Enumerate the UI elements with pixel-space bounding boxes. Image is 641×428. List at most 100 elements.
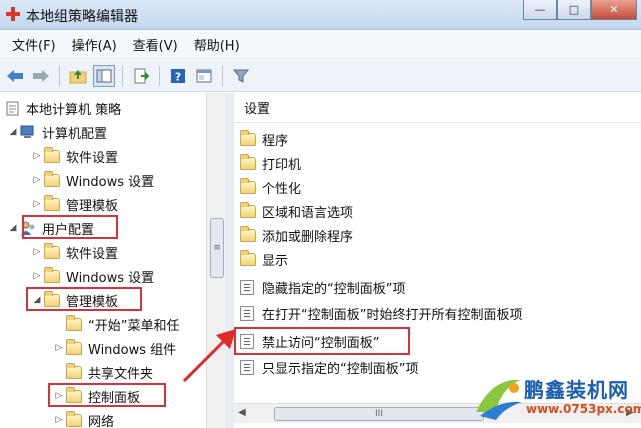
list-item-policy[interactable]: 只显示指定的“控制面板”项: [240, 355, 418, 379]
expand-arrow-icon[interactable]: ▷: [30, 199, 44, 209]
up-folder-icon[interactable]: [67, 65, 89, 87]
menu-view[interactable]: 查看(V): [125, 35, 186, 54]
folder-icon: [66, 338, 82, 355]
folder-icon: [44, 146, 60, 163]
watermark-url: www.0753px.com: [526, 402, 641, 416]
tree-item-start-menu[interactable]: “开始”菜单和任: [66, 313, 179, 335]
folder-icon: [66, 410, 82, 427]
folder-icon: [240, 201, 256, 218]
expand-arrow-icon[interactable]: ▷: [30, 247, 44, 257]
item-label: 只显示指定的“控制面板”项: [262, 361, 419, 377]
filter-icon[interactable]: [230, 65, 252, 87]
tree-item-computer-admin[interactable]: ▷ 管理模板: [30, 193, 118, 215]
menu-action[interactable]: 操作(A): [64, 35, 125, 54]
close-button[interactable]: ✕: [591, 0, 637, 20]
list-item-folder[interactable]: 区域和语言选项: [240, 199, 353, 223]
folder-icon: [240, 129, 256, 146]
svg-text:?: ?: [175, 70, 181, 83]
help-icon[interactable]: ?: [167, 65, 189, 87]
tree-label: 计算机配置: [42, 126, 108, 142]
item-label: 个性化: [262, 181, 302, 197]
tree-item-user-windows[interactable]: ▷ Windows 设置: [30, 265, 154, 287]
tree-label: Windows 设置: [66, 174, 155, 190]
list-item-folder[interactable]: 添加或删除程序: [240, 223, 353, 247]
menu-help[interactable]: 帮助(H): [186, 35, 248, 54]
highlight-box-control-panel: [48, 383, 166, 407]
settings-pane: 设置 程序 打印机 个性化 区域和语言选项 添加或删除程序 显示 隐藏指定的“控…: [234, 93, 641, 403]
watermark-logo-icon: [476, 379, 522, 420]
annotation-arrow-icon: [182, 329, 236, 383]
policy-setting-icon: [240, 279, 254, 295]
item-label: 程序: [262, 133, 289, 149]
folder-icon: [44, 242, 60, 259]
tree-item-computer-windows[interactable]: ▷ Windows 设置: [30, 169, 154, 191]
policy-setting-icon: [240, 359, 254, 375]
toolbar: ?: [0, 60, 641, 92]
list-item-folder[interactable]: 打印机: [240, 151, 301, 175]
item-label: 显示: [262, 253, 289, 269]
tree-item-shared-folders[interactable]: 共享文件夹: [66, 361, 153, 383]
watermark-title: 鹏鑫装机网: [524, 378, 629, 402]
scroll-thumb[interactable]: III: [274, 407, 484, 421]
folder-icon: [66, 314, 82, 331]
list-item-folder[interactable]: 个性化: [240, 175, 301, 199]
toolbar-separator: [59, 65, 60, 86]
highlight-box-prohibit-control-panel: [234, 327, 410, 355]
minimize-button[interactable]: —: [523, 0, 557, 20]
forward-icon[interactable]: [30, 65, 52, 87]
toolbar-separator: [222, 65, 223, 86]
list-item-policy[interactable]: 隐藏指定的“控制面板”项: [240, 275, 405, 299]
tree-item-root[interactable]: 本地计算机 策略: [4, 97, 121, 119]
tree-item-user-software[interactable]: ▷ 软件设置: [30, 241, 118, 263]
expand-arrow-icon[interactable]: ▷: [52, 343, 66, 353]
folder-icon: [44, 194, 60, 211]
export-list-icon[interactable]: [130, 65, 152, 87]
properties-icon[interactable]: [193, 65, 215, 87]
folder-icon: [44, 170, 60, 187]
collapse-arrow-icon[interactable]: ◢: [6, 127, 20, 137]
window-title: 本地组策略编辑器: [26, 9, 138, 25]
folder-icon: [240, 177, 256, 194]
expand-arrow-icon[interactable]: ▷: [30, 271, 44, 281]
list-item-folder[interactable]: 程序: [240, 127, 288, 151]
tree-item-computer-software[interactable]: ▷ 软件设置: [30, 145, 118, 167]
item-label: 隐藏指定的“控制面板”项: [262, 281, 406, 297]
tree-item-computer-config[interactable]: ◢ 计算机配置: [6, 121, 107, 143]
settings-column-header[interactable]: 设置: [234, 93, 641, 123]
tree-label: 共享文件夹: [88, 366, 154, 382]
computer-icon: [20, 124, 36, 140]
tree-item-windows-components[interactable]: ▷ Windows 组件: [52, 337, 176, 359]
tree-label: 软件设置: [66, 246, 119, 262]
policy-editor-icon: [6, 7, 20, 21]
expand-arrow-icon[interactable]: ▷: [52, 415, 66, 425]
tree-label: Windows 组件: [88, 342, 177, 358]
maximize-button[interactable]: □: [557, 0, 591, 20]
item-label: 添加或删除程序: [262, 229, 354, 245]
scroll-left-icon[interactable]: ◀: [238, 407, 246, 418]
tree-label: Windows 设置: [66, 270, 155, 286]
tree-label: 管理模板: [66, 198, 119, 214]
policy-document-icon: [4, 100, 20, 116]
scroll-thumb[interactable]: ≡: [210, 218, 224, 278]
highlight-box-admin-templates: [26, 287, 142, 311]
tree-label: 本地计算机 策略: [26, 102, 122, 118]
folder-icon: [44, 266, 60, 283]
tree-label: “开始”菜单和任: [88, 318, 180, 334]
item-label: 区域和语言选项: [262, 205, 354, 221]
policy-setting-icon: [240, 305, 254, 321]
expand-arrow-icon[interactable]: ▷: [30, 175, 44, 185]
show-tree-icon[interactable]: [93, 64, 115, 87]
menu-file[interactable]: 文件(F): [4, 35, 64, 54]
highlight-box-user-config: [22, 215, 118, 239]
item-label: 打印机: [262, 157, 302, 173]
menu-bar: 文件(F) 操作(A) 查看(V) 帮助(H): [0, 31, 641, 59]
back-icon[interactable]: [4, 65, 26, 87]
tree-item-network[interactable]: ▷ 网络: [52, 409, 114, 428]
header-label: 设置: [244, 102, 271, 117]
toolbar-separator: [122, 65, 123, 86]
list-item-folder[interactable]: 显示: [240, 247, 288, 271]
collapse-arrow-icon[interactable]: ◢: [6, 223, 20, 233]
tree-label: 网络: [88, 414, 115, 428]
expand-arrow-icon[interactable]: ▷: [30, 151, 44, 161]
list-item-policy[interactable]: 在打开“控制面板”时始终打开所有控制面板项: [240, 301, 522, 325]
